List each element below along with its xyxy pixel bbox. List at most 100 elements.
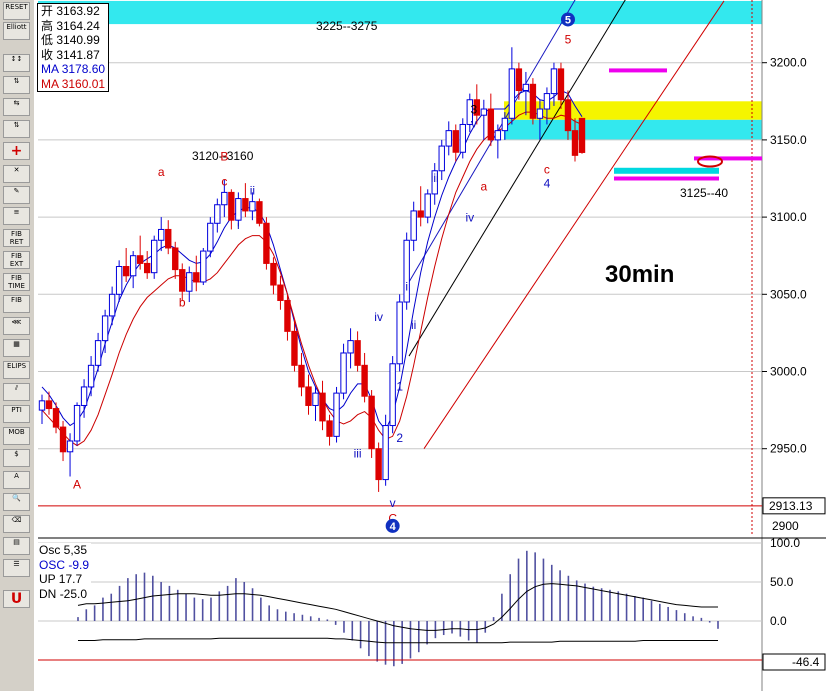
grid-button[interactable]: ▦ <box>3 339 30 357</box>
candle-body <box>200 250 207 283</box>
y-tick-label-3100: 3100.0 <box>770 210 807 224</box>
candle-body <box>59 426 67 453</box>
fib-circle-button[interactable]: FIB <box>3 295 30 313</box>
crosshair-button[interactable]: + <box>3 142 30 160</box>
candle-body <box>249 201 256 212</box>
dollar-button[interactable]: $ <box>3 449 30 467</box>
reset-button[interactable]: RESET <box>3 2 30 20</box>
magenta-bar-top <box>609 68 667 73</box>
candle-body <box>501 117 509 132</box>
osc-readout: Osc 5,35 OSC -9.9 UP 17.7 DN -25.0 <box>37 543 92 601</box>
candle-body <box>410 210 417 241</box>
pti-button[interactable]: PTI <box>3 405 30 423</box>
eraser-button[interactable]: ⌫ <box>3 515 30 533</box>
elliott-button[interactable]: Elliott <box>3 22 30 40</box>
wave-label-6: ii <box>250 184 255 198</box>
delete-button[interactable]: ✕ <box>3 165 30 183</box>
tool-button-4[interactable]: ⇅ <box>3 76 30 94</box>
candle-body <box>522 83 530 91</box>
candle-body <box>80 386 88 406</box>
candle-body <box>115 266 123 295</box>
tool-button-6[interactable]: ⇅ <box>3 120 30 138</box>
wave-label-21: c <box>544 163 550 177</box>
target-bar-magenta <box>614 176 719 181</box>
candle-body <box>347 340 354 354</box>
ellipse-button[interactable]: ELIPS <box>3 361 30 379</box>
wave-label-5: i <box>237 218 240 232</box>
fib-ret-button[interactable]: FIB RET <box>3 229 30 247</box>
candle-body <box>452 130 459 153</box>
text-button[interactable]: A <box>3 471 30 489</box>
candle-body <box>354 340 361 366</box>
wave-label-3: c <box>221 174 227 188</box>
candle-body <box>375 448 382 481</box>
candle-body <box>221 191 228 206</box>
candle-body <box>101 315 109 342</box>
candle-body <box>94 340 102 366</box>
pencil-button[interactable]: ✎ <box>3 186 30 204</box>
candle-body <box>172 247 179 271</box>
fib-time-button[interactable]: FIB TIME <box>3 273 30 291</box>
tool-button-5[interactable]: ⇆ <box>3 98 30 116</box>
ohlc-readout: 开 3163.92 高 3164.24 低 3140.99 收 3141.87 … <box>37 3 110 92</box>
mob-button[interactable]: MOB <box>3 427 30 445</box>
candle-51 <box>396 294 403 372</box>
candle-body <box>361 364 368 397</box>
candle-body <box>480 108 488 116</box>
resistance-zone-cyan <box>38 0 762 25</box>
price-readout: 2913.13 <box>769 499 813 513</box>
wave-label-2: b <box>179 295 186 309</box>
fan-button[interactable]: ⋘ <box>3 317 30 335</box>
osc-tick-label-0: 0.0 <box>770 614 787 628</box>
ma2-value: 3160.01 <box>61 76 106 91</box>
wave-label-11: v <box>390 496 396 510</box>
candle-body <box>129 255 137 277</box>
wave-label-1: a <box>158 165 165 179</box>
notes-button[interactable]: ☰ <box>3 559 30 577</box>
fib-ext-button[interactable]: FIB EXT <box>3 251 30 269</box>
candle-body <box>207 222 214 252</box>
candle-body <box>256 201 263 224</box>
candle-body <box>536 108 544 119</box>
candle-body <box>445 130 452 147</box>
channel-button[interactable]: ⫽ <box>3 383 30 401</box>
candle-77 <box>578 117 586 154</box>
candle-42 <box>333 386 340 443</box>
candle-31 <box>256 198 263 227</box>
table-button[interactable]: ▤ <box>3 537 30 555</box>
candle-52 <box>403 232 410 310</box>
candle-70 <box>529 78 537 125</box>
tool-button-3[interactable]: ↕↕ <box>3 54 30 72</box>
candle-body <box>108 293 116 317</box>
undo-button[interactable]: U <box>3 590 30 608</box>
candle-body <box>382 425 389 481</box>
candle-16 <box>151 235 158 279</box>
zoom-button[interactable]: 🔍 <box>3 493 30 511</box>
candle-body <box>459 123 466 153</box>
candle-body <box>277 284 284 301</box>
candle-49 <box>382 414 389 486</box>
y-tick-label-3000: 3000.0 <box>770 365 807 379</box>
candle-23 <box>200 247 207 286</box>
candle-body <box>333 392 340 437</box>
wave-label-10: 2 <box>396 431 403 445</box>
candle-body <box>151 239 158 274</box>
y-tick-label-3050: 3050.0 <box>770 287 807 301</box>
candle-body <box>52 408 60 428</box>
lines-button[interactable]: ≡ <box>3 207 30 225</box>
candle-body <box>228 191 235 221</box>
wave-label-4: B <box>220 150 228 164</box>
candle-body <box>193 272 200 283</box>
candle-24 <box>207 217 214 258</box>
high-value: 3164.24 <box>56 18 100 33</box>
candle-body <box>305 386 312 406</box>
dn-value: -25.0 <box>59 586 88 601</box>
candle-47 <box>368 390 375 458</box>
y-tick-label-3150: 3150.0 <box>770 133 807 147</box>
candle-body <box>291 330 298 366</box>
candle-body <box>186 272 193 292</box>
candle-body <box>543 93 551 110</box>
candle-body <box>417 210 424 218</box>
close-label: 收 <box>41 47 54 62</box>
candle-body <box>396 301 403 365</box>
